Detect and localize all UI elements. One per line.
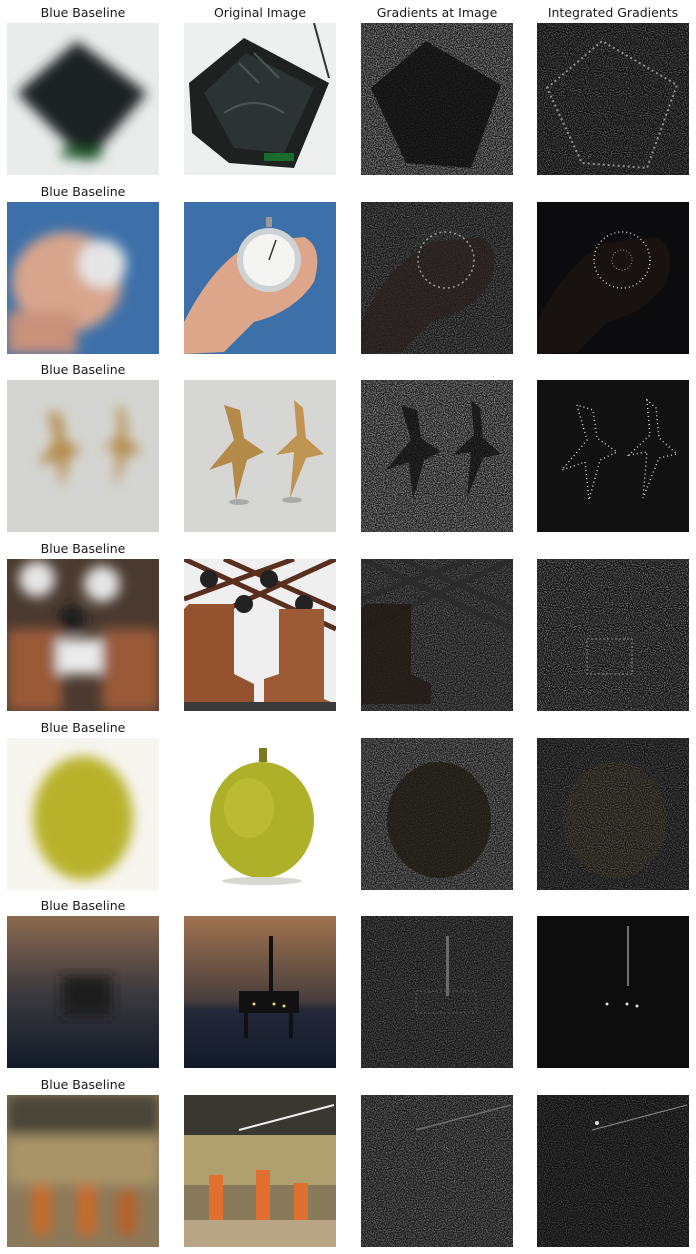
row-7-gradients-map (361, 1095, 513, 1247)
row-5-gradients-map (361, 738, 513, 890)
row-2-gradients-map (361, 202, 513, 354)
baseline-column-title: Blue Baseline (40, 5, 126, 20)
row-2-integrated-gradients-map (537, 202, 689, 354)
gradients-column-title: Gradients at Image (376, 5, 498, 20)
row-1-gradients-map (361, 23, 513, 175)
row-7-baseline-title: Blue Baseline (40, 1077, 126, 1092)
row-7-integrated-gradients-map (537, 1095, 689, 1247)
row-2-baseline-title: Blue Baseline (40, 184, 126, 199)
row-4-gradients-map (361, 559, 513, 711)
row-4-integrated-gradients-map (537, 559, 689, 711)
integrated-column-title: Integrated Gradients (547, 5, 679, 20)
row-3-integrated-gradients-map (537, 380, 689, 532)
row-5-baseline-title: Blue Baseline (40, 720, 126, 735)
row-3-original-image (184, 380, 336, 532)
row-6-integrated-gradients-map (537, 916, 689, 1068)
row-6-gradients-map (361, 916, 513, 1068)
row-4-baseline-image (7, 559, 159, 711)
row-3-gradients-map (361, 380, 513, 532)
row-5-baseline-image (7, 738, 159, 890)
row-5-integrated-gradients-map (537, 738, 689, 890)
row-2-original-image (184, 202, 336, 354)
row-6-baseline-title: Blue Baseline (40, 898, 126, 913)
row-6-baseline-image (7, 916, 159, 1068)
row-2-baseline-image (7, 202, 159, 354)
row-3-baseline-title: Blue Baseline (40, 362, 126, 377)
row-1-integrated-gradients-map (537, 23, 689, 175)
row-4-original-image (184, 559, 336, 711)
row-1-original-image (184, 23, 336, 175)
row-6-original-image (184, 916, 336, 1068)
row-4-baseline-title: Blue Baseline (40, 541, 126, 556)
row-7-original-image (184, 1095, 336, 1247)
row-5-original-image (184, 738, 336, 890)
original-column-title: Original Image (213, 5, 307, 20)
row-3-baseline-image (7, 380, 159, 532)
row-7-baseline-image (7, 1095, 159, 1247)
row-1-baseline-image (7, 23, 159, 175)
